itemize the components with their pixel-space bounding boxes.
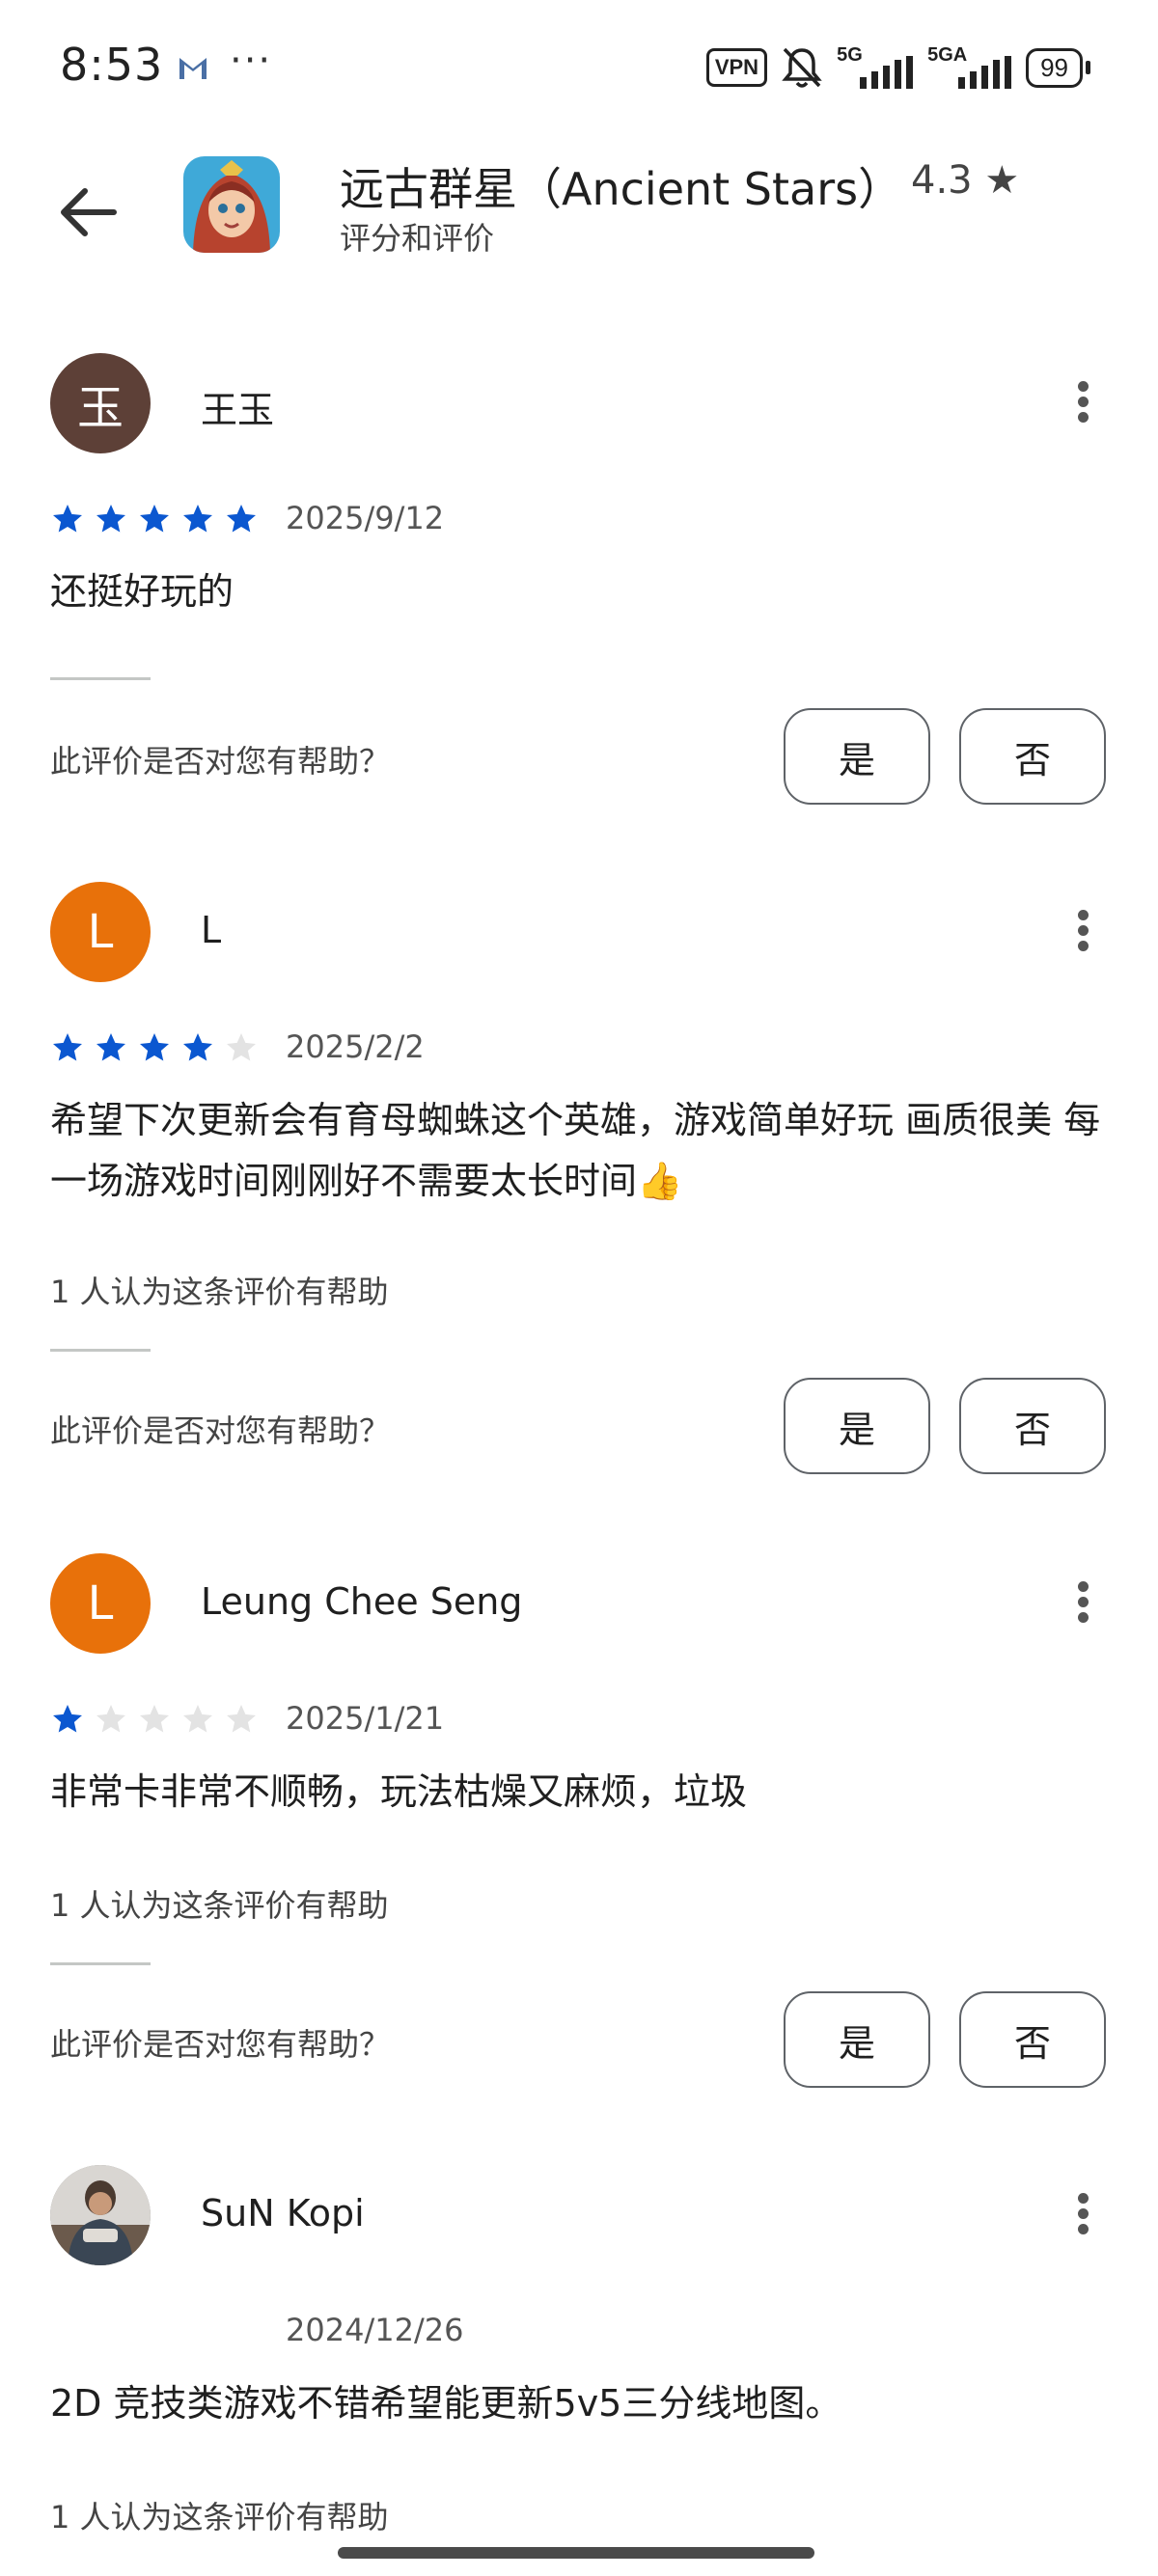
helpful-question: 此评价是否对您有帮助？ [50,2026,391,2063]
signal-5g-icon: 5G [837,44,914,91]
gmail-icon [179,58,207,79]
star-rating [50,1702,259,1737]
star-empty-icon [183,1705,212,1733]
battery-icon: 99 [1026,47,1090,88]
back-button[interactable] [50,174,127,251]
star-filled-icon [96,505,125,533]
review-text: 非常卡非常不顺畅，玩法枯燥又麻烦，垃圾 [50,1770,748,1813]
signal-5ga-icon: 5GA [927,44,1012,91]
review-date: 2025/2/2 [286,1028,425,1065]
review-card: L L 2025/2/2 希望下次更新会有育母蜘蛛这个英雄，游戏简单好玩 画质很… [0,882,1158,1499]
helpful-count: 1 人认为这条评价有帮助 [50,2499,389,2535]
arrow-left-icon [61,188,117,236]
more-options-button[interactable] [1062,376,1104,430]
app-rating: 4.3 ★ [911,158,1020,203]
helpful-yes-button[interactable]: 是 [784,708,930,805]
more-dots-icon: ··· [230,39,273,83]
review-date: 2025/1/21 [286,1700,445,1737]
status-time: 8:53 [60,39,164,91]
avatar: L [50,1553,151,1654]
divider [50,1962,151,1965]
star-filled-icon [183,505,212,533]
more-options-button[interactable] [1062,905,1104,959]
page-subtitle: 评分和评价 [340,220,495,257]
star-rating [50,502,259,536]
star-filled-icon [183,1033,212,1061]
status-bar: 8:53 ··· VPN 5G 5GA 99 [0,0,1158,135]
review-card: SuN Kopi 2024/12/26 2D 竞技类游戏不错希望能更新5v5三分… [0,2165,1158,2551]
review-text: 2D 竞技类游戏不错希望能更新5v5三分线地图。 [50,2382,842,2425]
star-filled-icon [53,505,82,533]
helpful-yes-button[interactable]: 是 [784,1991,930,2088]
star-filled-icon [96,1033,125,1061]
star-empty-icon [227,1705,256,1733]
helpful-no-button[interactable]: 否 [959,1378,1106,1474]
app-title: 远古群星（Ancient Stars） [340,163,903,215]
avatar: L [50,882,151,982]
reviewer-name: 王玉 [201,389,275,431]
helpful-count: 1 人认为这条评价有帮助 [50,1274,389,1310]
avatar: 玉 [50,353,151,453]
helpful-question: 此评价是否对您有帮助？ [50,743,391,780]
reviewer-name: L [201,909,222,951]
review-card: 玉 王玉 2025/9/12 还挺好玩的 此评价是否对您有帮助？ 是 否 [0,353,1158,826]
star-empty-icon [140,1705,169,1733]
reviewer-name: SuN Kopi [201,2192,365,2234]
star-filled-icon [53,1705,82,1733]
review-text: 希望下次更新会有育母蜘蛛这个英雄，游戏简单好玩 画质很美 每一场游戏时间刚刚好不… [50,1099,1101,1202]
review-card: L Leung Chee Seng 2025/1/21 非常卡非常不顺畅，玩法枯… [0,1553,1158,2113]
helpful-no-button[interactable]: 否 [959,1991,1106,2088]
helpful-yes-button[interactable]: 是 [784,1378,930,1474]
review-date: 2024/12/26 [286,2312,464,2348]
helpful-count: 1 人认为这条评价有帮助 [50,1887,389,1924]
helpful-question: 此评价是否对您有帮助？ [50,1412,391,1449]
home-indicator[interactable] [338,2547,814,2559]
reviewer-name: Leung Chee Seng [201,1580,523,1623]
divider [50,1349,151,1352]
mute-bell-icon [782,47,822,88]
helpful-no-button[interactable]: 否 [959,708,1106,805]
divider [50,677,151,680]
star-rating [50,1030,259,1065]
more-options-button[interactable] [1062,1576,1104,1631]
star-filled-icon [140,505,169,533]
more-options-button[interactable] [1062,2188,1104,2242]
review-text: 还挺好玩的 [50,570,234,613]
status-icons: VPN 5G 5GA 99 [705,44,1090,91]
app-icon [183,156,280,253]
star-empty-icon [227,1033,256,1061]
star-empty-icon [96,1705,125,1733]
star-filled-icon [53,1033,82,1061]
app-header: 远古群星（Ancient Stars） 4.3 ★ 评分和评价 [0,145,1158,280]
review-date: 2025/9/12 [286,500,445,536]
star-filled-icon [227,505,256,533]
avatar [50,2165,151,2265]
avatar-photo [50,2165,151,2265]
star-filled-icon [140,1033,169,1061]
vpn-icon: VPN [705,48,768,87]
